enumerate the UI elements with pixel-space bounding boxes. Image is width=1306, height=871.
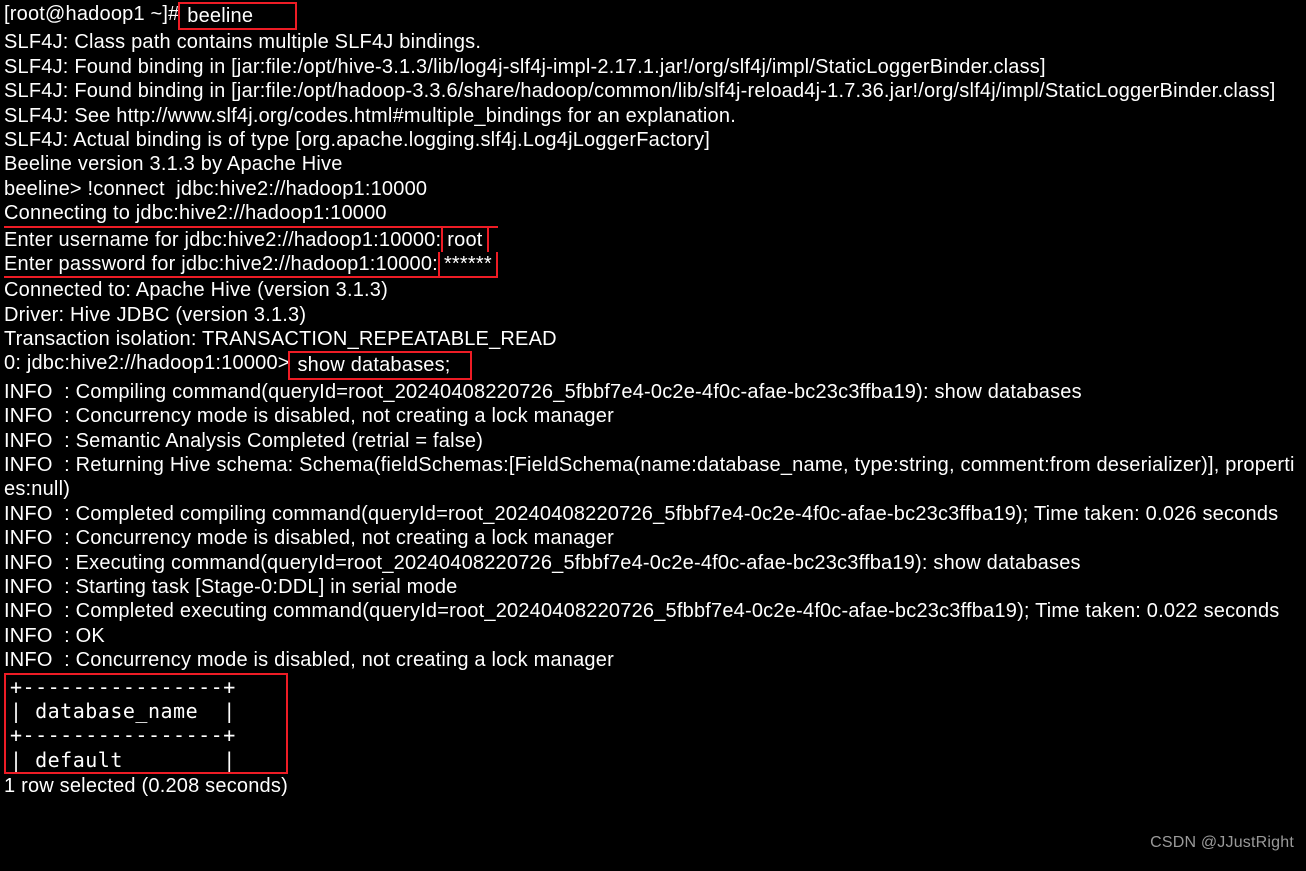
password-prompt-line[interactable]: Enter password for jdbc:hive2://hadoop1:… <box>4 252 498 276</box>
sql-command-line[interactable]: 0: jdbc:hive2://hadoop1:10000> show data… <box>4 351 1302 379</box>
terminal-output: Beeline version 3.1.3 by Apache Hive <box>4 152 1302 176</box>
terminal-output: SLF4J: Class path contains multiple SLF4… <box>4 30 1302 54</box>
password-value-highlight: ****** <box>438 252 498 276</box>
terminal-output: Connected to: Apache Hive (version 3.1.3… <box>4 278 1302 302</box>
terminal-output: INFO : Compiling command(queryId=root_20… <box>4 380 1302 404</box>
username-prompt: Enter username for jdbc:hive2://hadoop1:… <box>4 228 441 252</box>
terminal-output: INFO : Concurrency mode is disabled, not… <box>4 526 1302 550</box>
terminal-output: INFO : Semantic Analysis Completed (retr… <box>4 429 1302 453</box>
beeline-command-highlight: beeline <box>178 2 298 30</box>
terminal-output: Transaction isolation: TRANSACTION_REPEA… <box>4 327 1302 351</box>
terminal-output: SLF4J: Actual binding is of type [org.ap… <box>4 128 1302 152</box>
table-row: | default | <box>10 748 236 772</box>
beeline-connect-command[interactable]: beeline> !connect jdbc:hive2://hadoop1:1… <box>4 177 1302 201</box>
terminal-output: INFO : Completed compiling command(query… <box>4 502 1302 526</box>
shell-command-line[interactable]: [root@hadoop1 ~]# beeline <box>4 2 1302 30</box>
terminal-output: Driver: Hive JDBC (version 3.1.3) <box>4 303 1302 327</box>
shell-prompt: [root@hadoop1 ~]# <box>4 2 180 26</box>
result-summary: 1 row selected (0.208 seconds) <box>4 774 1302 798</box>
terminal-output: INFO : Completed executing command(query… <box>4 599 1302 623</box>
credentials-highlight-box: Enter username for jdbc:hive2://hadoop1:… <box>4 226 498 279</box>
terminal-output: INFO : Starting task [Stage-0:DDL] in se… <box>4 575 1302 599</box>
terminal-output: INFO : OK <box>4 624 1302 648</box>
table-header: | database_name | <box>10 699 236 723</box>
terminal-output: SLF4J: Found binding in [jar:file:/opt/h… <box>4 55 1302 79</box>
username-prompt-line[interactable]: Enter username for jdbc:hive2://hadoop1:… <box>4 228 498 252</box>
terminal-output: INFO : Concurrency mode is disabled, not… <box>4 648 1302 672</box>
terminal-output: INFO : Concurrency mode is disabled, not… <box>4 404 1302 428</box>
show-databases-highlight: show databases; <box>288 351 472 379</box>
terminal-output: INFO : Returning Hive schema: Schema(fie… <box>4 453 1302 502</box>
table-border: +----------------+ <box>10 723 236 747</box>
watermark: CSDN @JJustRight <box>1150 833 1294 853</box>
sql-prompt: 0: jdbc:hive2://hadoop1:10000> <box>4 351 290 375</box>
terminal-output: SLF4J: Found binding in [jar:file:/opt/h… <box>4 79 1302 103</box>
table-border: +----------------+ <box>10 675 236 699</box>
password-prompt: Enter password for jdbc:hive2://hadoop1:… <box>4 252 438 276</box>
terminal-output: SLF4J: See http://www.slf4j.org/codes.ht… <box>4 104 1302 128</box>
terminal-output: INFO : Executing command(queryId=root_20… <box>4 551 1302 575</box>
terminal-output: Connecting to jdbc:hive2://hadoop1:10000 <box>4 201 1302 225</box>
result-table-highlight: +----------------+ | database_name | +--… <box>4 673 288 775</box>
username-value-highlight: root <box>441 228 488 252</box>
